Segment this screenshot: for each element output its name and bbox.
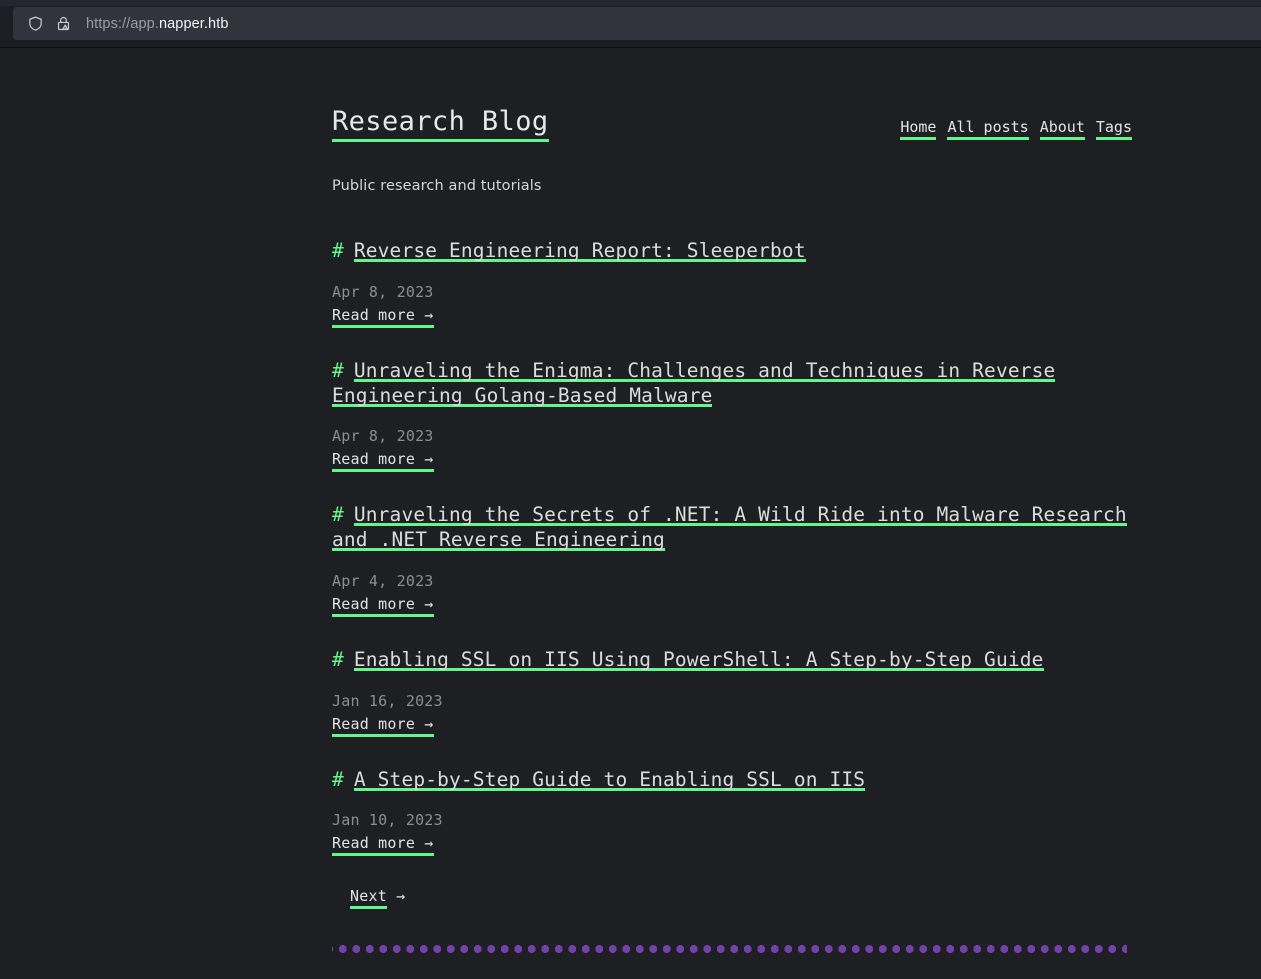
post-date: Apr 8, 2023	[332, 427, 434, 446]
nav-item-about[interactable]: About	[1039, 118, 1085, 140]
post-item: # Unraveling the Enigma: Challenges and T…	[332, 359, 1132, 473]
shield-icon[interactable]	[25, 14, 45, 34]
post-item: # Enabling SSL on IIS Using PowerShell: A…	[332, 648, 1132, 737]
url-text[interactable]: https://app.napper.htb	[86, 16, 229, 32]
nav-item-tags[interactable]: Tags	[1095, 118, 1132, 140]
post-heading: # Unraveling the Secrets of .NET: A Wild …	[332, 503, 1132, 553]
nav-item-home[interactable]: Home	[900, 118, 937, 140]
site-subtitle: Public research and tutorials	[332, 178, 542, 195]
post-readmore-row: Read more →	[332, 305, 1132, 328]
post-item: # A Step-by-Step Guide to Enabling SSL on…	[332, 768, 1132, 857]
post-date: Apr 8, 2023	[332, 282, 434, 301]
browser-url-bar[interactable]: https://app.napper.htb	[13, 7, 1261, 40]
chrome-top-strip	[0, 0, 1261, 6]
post-date: Jan 10, 2023	[332, 811, 443, 830]
url-host: napper.htb	[158, 15, 229, 32]
pagination-next-button[interactable]: Next →	[350, 887, 406, 910]
pagination-next-arrow: →	[386, 887, 406, 906]
browser-chrome: https://app.napper.htb	[0, 0, 1261, 48]
page-body: Research Blog Home All posts About Tags …	[0, 48, 1261, 979]
post-title-link[interactable]: Unraveling the Enigma: Challenges and Te…	[332, 359, 1055, 407]
post-list: # Reverse Engineering Report: Sleeperbot …	[332, 239, 1132, 857]
footer-dotted-divider	[332, 945, 1127, 954]
post-heading: # Unraveling the Enigma: Challenges and T…	[332, 359, 1132, 409]
post-hash-marker: #	[332, 767, 344, 791]
post-date: Jan 16, 2023	[332, 691, 443, 710]
post-heading: # A Step-by-Step Guide to Enabling SSL on…	[332, 768, 1132, 793]
post-title-link[interactable]: Enabling SSL on IIS Using PowerShell: A …	[354, 648, 1044, 671]
pagination: Next →	[332, 887, 1132, 910]
post-title-link[interactable]: Unraveling the Secrets of .NET: A Wild R…	[332, 503, 1127, 551]
site-nav: Home All posts About Tags	[900, 106, 1132, 140]
post-heading: # Reverse Engineering Report: Sleeperbot	[332, 239, 1132, 264]
nav-item-all-posts[interactable]: All posts	[947, 118, 1029, 140]
post-hash-marker: #	[332, 358, 344, 382]
post-readmore-row: Read more →	[332, 450, 1132, 473]
post-hash-marker: #	[332, 503, 344, 527]
read-more-link[interactable]: Read more →	[332, 594, 434, 617]
post-readmore-row: Read more →	[332, 834, 1132, 857]
read-more-link[interactable]: Read more →	[332, 834, 434, 857]
page-title: Research Blog	[332, 106, 549, 143]
site-header: Research Blog Home All posts About Tags	[332, 48, 1132, 143]
lock-warning-icon[interactable]	[53, 14, 73, 34]
post-item: # Unraveling the Secrets of .NET: A Wild …	[332, 503, 1132, 617]
post-title-link[interactable]: Reverse Engineering Report: Sleeperbot	[354, 239, 806, 262]
read-more-link[interactable]: Read more →	[332, 450, 434, 473]
post-item: # Reverse Engineering Report: Sleeperbot …	[332, 239, 1132, 328]
post-date: Apr 4, 2023	[332, 571, 434, 590]
post-readmore-row: Read more →	[332, 594, 1132, 617]
post-title-link[interactable]: A Step-by-Step Guide to Enabling SSL on …	[354, 768, 865, 791]
read-more-link[interactable]: Read more →	[332, 305, 434, 328]
post-hash-marker: #	[332, 239, 344, 263]
post-heading: # Enabling SSL on IIS Using PowerShell: A…	[332, 648, 1132, 673]
post-readmore-row: Read more →	[332, 714, 1132, 737]
url-scheme: https://app.	[86, 15, 159, 32]
pagination-next-label: Next	[350, 887, 387, 910]
post-hash-marker: #	[332, 647, 344, 671]
read-more-link[interactable]: Read more →	[332, 714, 434, 737]
content-container: Research Blog Home All posts About Tags …	[332, 48, 1132, 979]
